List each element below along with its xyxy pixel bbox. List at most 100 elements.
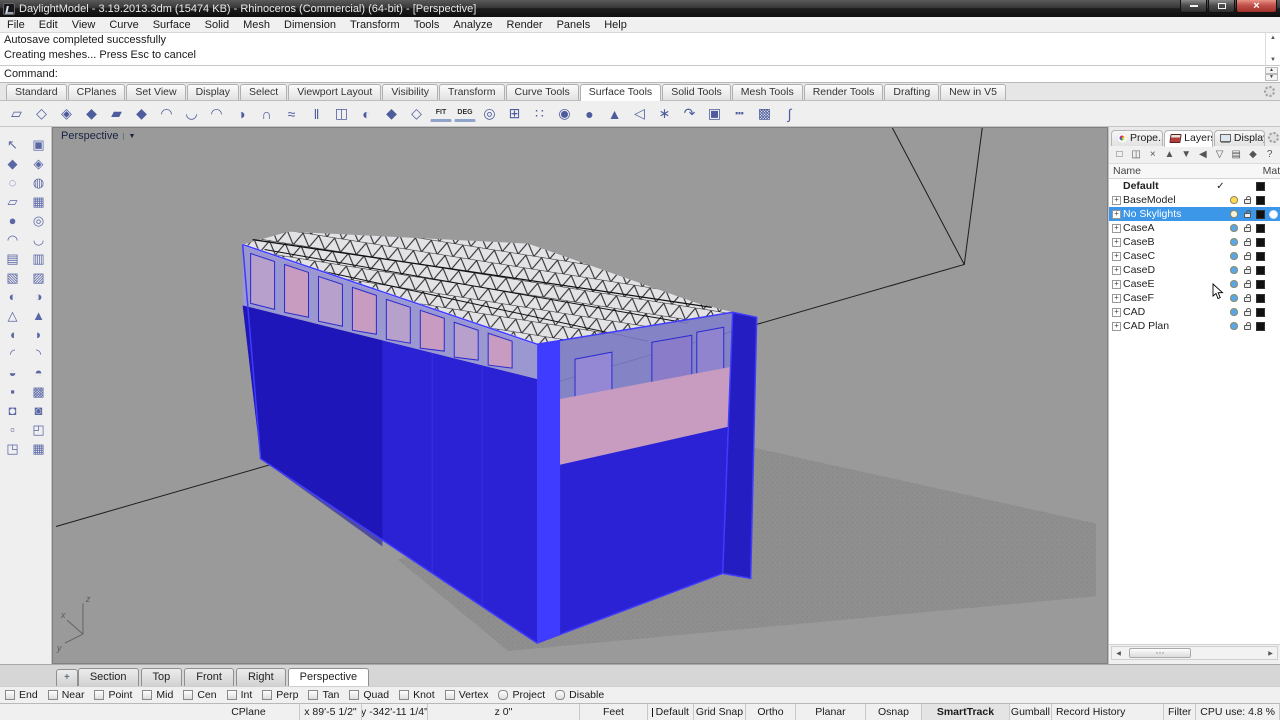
toolbar-icon[interactable]: FIT: [430, 106, 452, 122]
osnap-checkbox[interactable]: [226, 690, 237, 700]
toolbar-icon[interactable]: ∗: [652, 103, 677, 125]
toolbar-icon[interactable]: ‖: [304, 103, 329, 125]
sidebar-tool-icon[interactable]: ▤: [1, 249, 25, 268]
sidebar-tool-icon[interactable]: ◐: [1, 287, 25, 306]
minimize-button[interactable]: [1180, 0, 1207, 13]
sidebar-tool-icon[interactable]: ◑: [27, 287, 51, 306]
toolbar-tab[interactable]: Standard: [6, 84, 67, 100]
toolbar-icon[interactable]: ◠: [154, 103, 179, 125]
layer-expand-icon[interactable]: [1112, 307, 1123, 317]
toolbar-options-gear-icon[interactable]: [1264, 86, 1275, 97]
osnap-option[interactable]: Point: [94, 689, 132, 701]
toolbar-icon[interactable]: ◆: [79, 103, 104, 125]
layer-name[interactable]: CAD Plan: [1123, 320, 1214, 332]
layer-row[interactable]: CAD Plan: [1109, 319, 1280, 333]
status-cell[interactable]: CPU use: 4.8 %: [1196, 704, 1280, 720]
scrollbar-thumb[interactable]: [1129, 648, 1191, 658]
layer-row[interactable]: CaseC: [1109, 249, 1280, 263]
menu-item[interactable]: Mesh: [236, 19, 277, 31]
sidebar-tool-icon[interactable]: ◓: [27, 363, 51, 382]
layer-visibility-bulb-icon[interactable]: [1230, 196, 1238, 204]
layer-row[interactable]: CaseD: [1109, 263, 1280, 277]
sidebar-tool-icon[interactable]: ▫: [1, 420, 25, 439]
layer-visibility-bulb-icon[interactable]: [1230, 224, 1238, 232]
status-cell[interactable]: y -342'-11 1/4": [362, 704, 428, 720]
toolbar-tab[interactable]: Select: [240, 84, 288, 100]
scroll-left-icon[interactable]: ◀: [1112, 647, 1125, 659]
osnap-option[interactable]: Tan: [308, 689, 339, 701]
sidebar-tool-icon[interactable]: ▦: [27, 439, 51, 458]
viewport-tab[interactable]: Top: [140, 668, 183, 686]
toolbar-icon[interactable]: ▰: [104, 103, 129, 125]
layer-visibility-bulb-icon[interactable]: [1230, 308, 1238, 316]
sidebar-tool-icon[interactable]: ◎: [27, 211, 51, 230]
osnap-checkbox[interactable]: [555, 690, 566, 700]
toolbar-icon[interactable]: ◆: [129, 103, 154, 125]
sidebar-tool-icon[interactable]: △: [1, 306, 25, 325]
osnap-option[interactable]: End: [5, 689, 38, 701]
menu-item[interactable]: Analyze: [446, 19, 499, 31]
toolbar-tab[interactable]: New in V5: [940, 84, 1007, 100]
scroll-up-icon[interactable]: ▲: [1270, 35, 1276, 41]
layer-toolbar-icon[interactable]: ×: [1145, 147, 1160, 162]
layer-lock-icon[interactable]: [1241, 322, 1254, 330]
status-cell[interactable]: Osnap: [866, 704, 922, 720]
sidebar-tool-icon[interactable]: ▪: [1, 382, 25, 401]
layer-expand-icon[interactable]: [1112, 251, 1123, 261]
osnap-option[interactable]: Knot: [399, 689, 435, 701]
layer-name[interactable]: Default: [1123, 180, 1214, 192]
sidebar-tool-icon[interactable]: ▩: [27, 382, 51, 401]
layer-color-swatch[interactable]: [1256, 223, 1265, 233]
menu-item[interactable]: Curve: [102, 19, 145, 31]
menu-item[interactable]: Render: [500, 19, 550, 31]
toolbar-icon[interactable]: DEG: [454, 106, 476, 122]
sidebar-tool-icon[interactable]: ◌: [1, 173, 25, 192]
layer-expand-icon[interactable]: [1112, 279, 1123, 289]
layer-name[interactable]: CaseD: [1123, 264, 1214, 276]
toolbar-icon[interactable]: ▣: [702, 103, 727, 125]
layer-name[interactable]: CaseE: [1123, 278, 1214, 290]
spin-up-icon[interactable]: ▲: [1265, 67, 1278, 74]
layer-visibility-bulb-icon[interactable]: [1230, 322, 1238, 330]
close-button[interactable]: ×: [1236, 0, 1277, 13]
name-column-header[interactable]: Name: [1113, 165, 1141, 177]
layer-expand-icon[interactable]: [1112, 265, 1123, 275]
layer-name[interactable]: No Skylights: [1123, 208, 1214, 220]
layer-expand-icon[interactable]: [1112, 293, 1123, 303]
panel-tab[interactable]: Layers: [1164, 130, 1213, 147]
sidebar-tool-icon[interactable]: ▱: [1, 192, 25, 211]
layer-row[interactable]: CaseA: [1109, 221, 1280, 235]
menu-item[interactable]: File: [0, 19, 32, 31]
sidebar-tool-icon[interactable]: ◆: [1, 154, 25, 173]
layer-color-swatch[interactable]: [1256, 251, 1265, 261]
menu-item[interactable]: Solid: [198, 19, 236, 31]
toolbar-tab[interactable]: Set View: [126, 84, 186, 100]
sidebar-tool-icon[interactable]: ↖: [1, 135, 25, 154]
new-viewport-tab-button[interactable]: +: [56, 669, 78, 686]
sidebar-tool-icon[interactable]: ◈: [27, 154, 51, 173]
layer-row[interactable]: No Skylights: [1109, 207, 1280, 221]
toolbar-icon[interactable]: ▩: [752, 103, 777, 125]
sidebar-tool-icon[interactable]: ◡: [27, 230, 51, 249]
toolbar-icon[interactable]: ∫: [777, 103, 802, 125]
viewport-tab[interactable]: Section: [77, 668, 139, 686]
layer-expand-icon[interactable]: [1112, 321, 1123, 331]
layer-visibility-bulb-icon[interactable]: [1230, 210, 1238, 218]
sidebar-tool-icon[interactable]: ◝: [27, 344, 51, 363]
layer-toolbar-icon[interactable]: ◆: [1246, 147, 1261, 162]
layer-color-swatch[interactable]: [1256, 265, 1265, 275]
layer-list-horizontal-scrollbar[interactable]: ◀ ▶: [1111, 646, 1278, 660]
osnap-checkbox[interactable]: [183, 690, 194, 700]
toolbar-icon[interactable]: ◇: [404, 103, 429, 125]
layer-expand-icon[interactable]: [1112, 195, 1123, 205]
toolbar-icon[interactable]: ∩: [254, 103, 279, 125]
layer-color-swatch[interactable]: [1256, 293, 1265, 303]
layer-lock-icon[interactable]: [1241, 252, 1254, 260]
scrollbar-track[interactable]: [1125, 647, 1264, 659]
toolbar-tab[interactable]: Curve Tools: [505, 84, 579, 100]
layer-color-swatch[interactable]: [1256, 195, 1265, 205]
layer-toolbar-icon[interactable]: ▤: [1229, 147, 1244, 162]
toolbar-icon[interactable]: ≈: [279, 103, 304, 125]
status-cell[interactable]: SmartTrack: [921, 704, 1010, 720]
osnap-checkbox[interactable]: [498, 690, 509, 700]
